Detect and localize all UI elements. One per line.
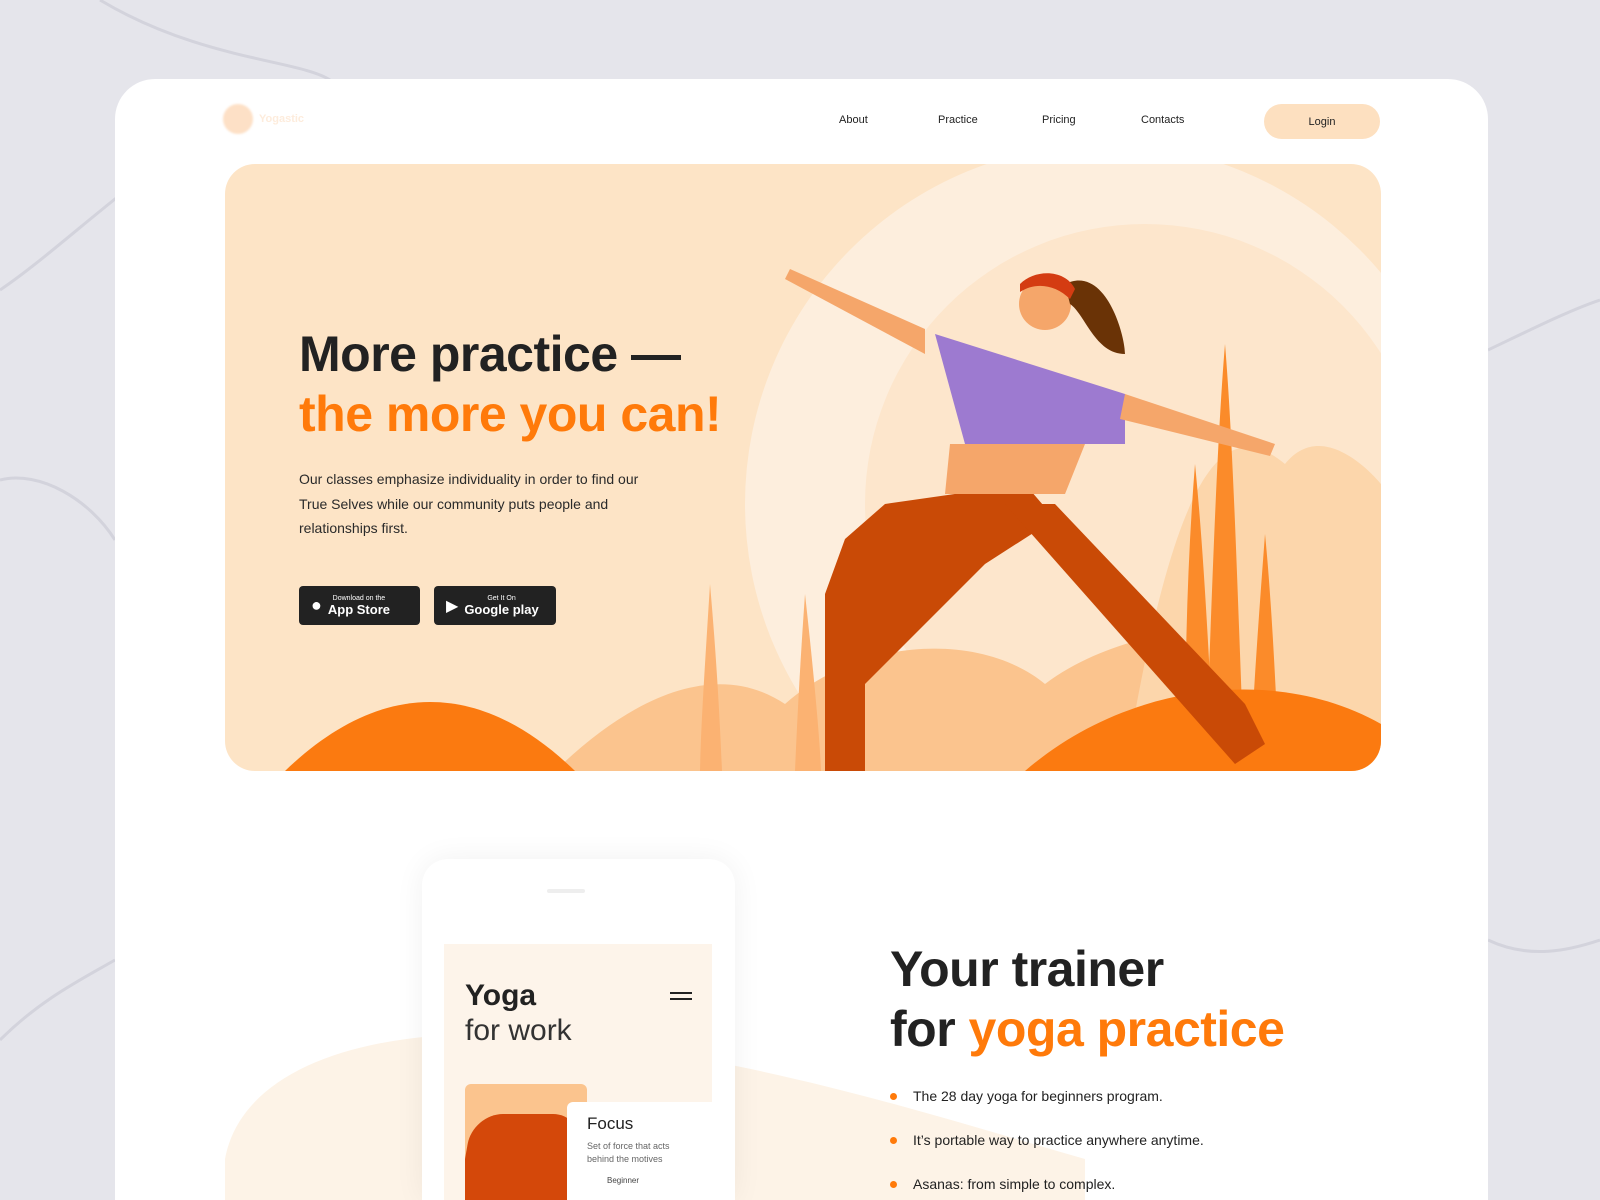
play-icon: ▶ [446,597,459,615]
class-card[interactable]: Focus Set of force that acts behind the … [567,1102,717,1200]
google-play-button[interactable]: ▶ Get It On Google play [434,586,556,625]
hero-banner: More practice — the more you can! Our cl… [225,164,1381,771]
bullet-icon [890,1092,897,1100]
menu-icon[interactable] [670,992,692,1000]
apple-icon: ● [311,595,322,615]
phone-mockup: Yoga for work Focus Set of force that ac… [422,859,735,1200]
nav-practice[interactable]: Practice [938,114,978,126]
list-item: The 28 day yoga for beginners program. [890,1088,1163,1104]
login-button[interactable]: Login [1264,104,1380,139]
list-item: Asanas: from simple to complex. [890,1176,1115,1192]
logo-mark [223,104,253,134]
hero-description: Our classes emphasize individuality in o… [299,471,639,536]
phone-screen: Yoga for work Focus Set of force that ac… [444,944,717,1200]
nav-about[interactable]: About [839,114,868,126]
nav-contacts[interactable]: Contacts [1141,114,1184,126]
bullet-icon [890,1180,897,1188]
nav-pricing[interactable]: Pricing [1042,114,1076,126]
landing-page: Yogastic About Practice Pricing Contacts… [115,79,1488,1200]
hero-title: More practice — the more you can! [299,326,722,442]
list-item: It’s portable way to practice anywhere a… [890,1132,1204,1148]
phone-speaker [547,889,585,893]
logo[interactable]: Yogastic [223,104,304,134]
bullet-icon [890,1136,897,1144]
app-store-button[interactable]: ● Download on the App Store [299,586,420,625]
trainer-title: Your trainer for yoga practice [890,941,1285,1057]
